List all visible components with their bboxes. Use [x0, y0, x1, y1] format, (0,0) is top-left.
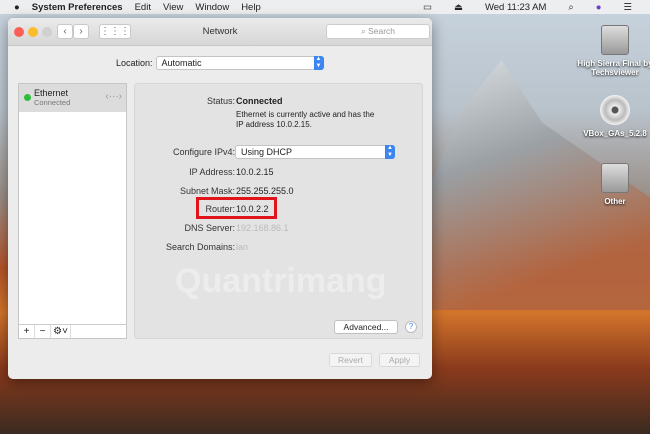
siri-icon[interactable]: ●	[596, 2, 602, 13]
desktop-icon-label: VBox_GAs_5.2.8	[583, 129, 647, 138]
dvd-icon	[600, 95, 630, 125]
title-bar[interactable]: ‹ › ⋮⋮⋮ Network ⌕ Search	[8, 18, 432, 46]
search-field[interactable]: ⌕ Search	[326, 24, 430, 39]
router-label: Router:	[205, 204, 235, 214]
watermark: Quantrimang	[175, 262, 387, 300]
desktop-icon-label: Other	[604, 197, 626, 206]
airplay-icon[interactable]: ▭	[423, 2, 432, 13]
menu-help[interactable]: Help	[241, 2, 261, 13]
status-dot	[24, 94, 31, 101]
router-value: 10.0.2.2	[236, 204, 269, 214]
ip-address-value: 10.0.2.15	[236, 167, 274, 177]
subnet-mask-value: 255.255.255.0	[236, 186, 294, 196]
add-service-button[interactable]: +	[19, 325, 35, 338]
dns-server-label: DNS Server:	[184, 223, 235, 233]
service-list: Ethernet Connected ‹···› + − ⚙˅	[18, 83, 127, 339]
desktop-icon-other[interactable]: Other	[575, 163, 650, 206]
apple-menu-icon[interactable]: ●	[14, 2, 20, 13]
location-popup[interactable]: Automatic ▲ ▼	[155, 56, 324, 70]
ip-address-label: IP Address:	[189, 167, 235, 177]
service-item-ethernet[interactable]: Ethernet Connected ‹···›	[19, 84, 126, 112]
menu-bar: ● System Preferences Edit View Window He…	[0, 0, 650, 14]
revert-button[interactable]: Revert	[329, 353, 372, 367]
advanced-button[interactable]: Advanced...	[334, 320, 398, 334]
menu-app-name[interactable]: System Preferences	[32, 2, 123, 13]
configure-ipv4-label: Configure IPv4:	[172, 147, 235, 157]
configure-ipv4-popup[interactable]: Using DHCP ▲ ▼	[235, 145, 395, 159]
popup-arrows-icon: ▲ ▼	[385, 145, 395, 159]
popup-arrows-icon: ▲ ▼	[313, 56, 324, 70]
gear-icon: ⚙	[53, 326, 63, 337]
eject-icon[interactable]: ⏏	[454, 2, 463, 13]
drive-icon	[601, 163, 629, 193]
remove-service-button[interactable]: −	[35, 325, 51, 338]
menu-view[interactable]: View	[163, 2, 183, 13]
location-label: Location:	[116, 58, 153, 68]
ethernet-icon: ‹···›	[105, 91, 122, 102]
desktop-icon-label: High Sierra Final by Techsviewer	[577, 59, 650, 77]
drive-icon	[601, 25, 629, 55]
menu-window[interactable]: Window	[195, 2, 229, 13]
status-label: Status:	[206, 96, 235, 106]
location-value: Automatic	[161, 58, 202, 68]
status-value: Connected	[236, 96, 283, 106]
network-window: ‹ › ⋮⋮⋮ Network ⌕ Search Location: Autom…	[8, 18, 432, 379]
notification-center-icon[interactable]: ☰	[623, 2, 632, 13]
search-domains-label: Search Domains:	[165, 242, 235, 252]
service-status: Connected	[34, 98, 71, 107]
desktop-icon-vbox[interactable]: VBox_GAs_5.2.8	[575, 95, 650, 138]
spotlight-icon[interactable]: ⌕	[568, 2, 573, 13]
help-button[interactable]: ?	[405, 321, 417, 333]
dns-server-value: 192.168.86.1	[236, 223, 289, 233]
service-name: Ethernet	[34, 88, 69, 98]
apply-button[interactable]: Apply	[379, 353, 420, 367]
gear-menu-button[interactable]: ⚙˅	[51, 325, 71, 338]
desktop-icon-high-sierra[interactable]: High Sierra Final by Techsviewer	[575, 25, 650, 77]
status-description: Ethernet is currently active and has the…	[236, 110, 375, 129]
search-placeholder: Search	[368, 26, 396, 36]
search-domains-value: lan	[236, 242, 249, 252]
subnet-mask-label: Subnet Mask:	[179, 186, 235, 196]
menu-edit[interactable]: Edit	[135, 2, 151, 13]
clock[interactable]: Wed 11:23 AM	[485, 2, 546, 13]
configure-ipv4-value: Using DHCP	[241, 147, 293, 157]
